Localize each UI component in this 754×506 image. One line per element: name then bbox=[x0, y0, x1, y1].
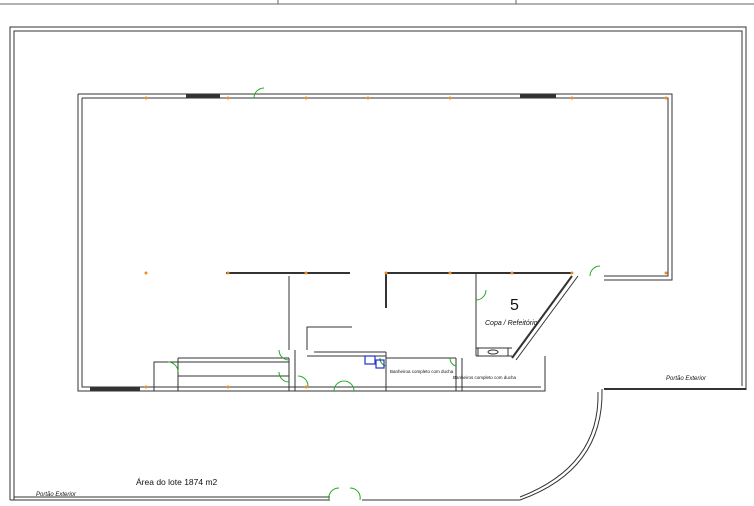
gate-label-right: Portão Exterior bbox=[666, 376, 707, 382]
door-swing-icon bbox=[167, 361, 179, 373]
light-point-icon bbox=[144, 385, 148, 389]
door-swing-icon bbox=[349, 487, 361, 501]
light-point-icon bbox=[664, 271, 668, 275]
floor-plan bbox=[0, 0, 754, 501]
bathroom-label-1: Banheiroa completo com ducha bbox=[390, 369, 454, 374]
room-name: Copa / Refeitório bbox=[485, 320, 538, 327]
light-point-icon bbox=[226, 96, 230, 100]
light-point-icon bbox=[226, 271, 230, 275]
light-point-icon bbox=[366, 96, 370, 100]
door-swing-icon bbox=[297, 375, 309, 387]
door-swing-icon bbox=[278, 371, 290, 383]
door-swing-icon bbox=[475, 289, 487, 301]
door-swing-icon bbox=[253, 87, 265, 99]
light-point-icon bbox=[448, 271, 452, 275]
light-point-icon bbox=[304, 96, 308, 100]
sink-icon bbox=[477, 347, 509, 357]
door-swing-icon bbox=[379, 357, 387, 367]
light-point-icon bbox=[384, 271, 388, 275]
door-swing-icon bbox=[328, 487, 340, 501]
sink-icon bbox=[487, 349, 499, 355]
light-point-icon bbox=[144, 96, 148, 100]
building-walls bbox=[77, 93, 673, 392]
lot-boundary bbox=[0, 0, 754, 501]
door-swing-icon bbox=[449, 357, 457, 367]
door-swing-icon bbox=[333, 380, 345, 392]
door-swing-icon bbox=[343, 380, 355, 392]
door-swing-icon bbox=[589, 265, 601, 277]
light-point-icon bbox=[304, 385, 308, 389]
light-point-icon bbox=[570, 271, 574, 275]
toilet-icon bbox=[364, 355, 376, 365]
bathroom-label-2: Banheiros completo com ducha bbox=[453, 375, 517, 380]
light-point-icon bbox=[448, 96, 452, 100]
light-point-icon bbox=[144, 271, 148, 275]
light-points bbox=[144, 96, 668, 389]
light-point-icon bbox=[664, 96, 668, 100]
light-point-icon bbox=[304, 271, 308, 275]
light-point-icon bbox=[570, 96, 574, 100]
door-swings bbox=[167, 87, 601, 501]
room-number: 5 bbox=[510, 297, 519, 314]
light-point-icon bbox=[510, 271, 514, 275]
gate-label-left: Portão Exterior bbox=[36, 492, 77, 498]
light-point-icon bbox=[226, 385, 230, 389]
lot-area-label: Área do lote 1874 m2 bbox=[136, 477, 218, 487]
